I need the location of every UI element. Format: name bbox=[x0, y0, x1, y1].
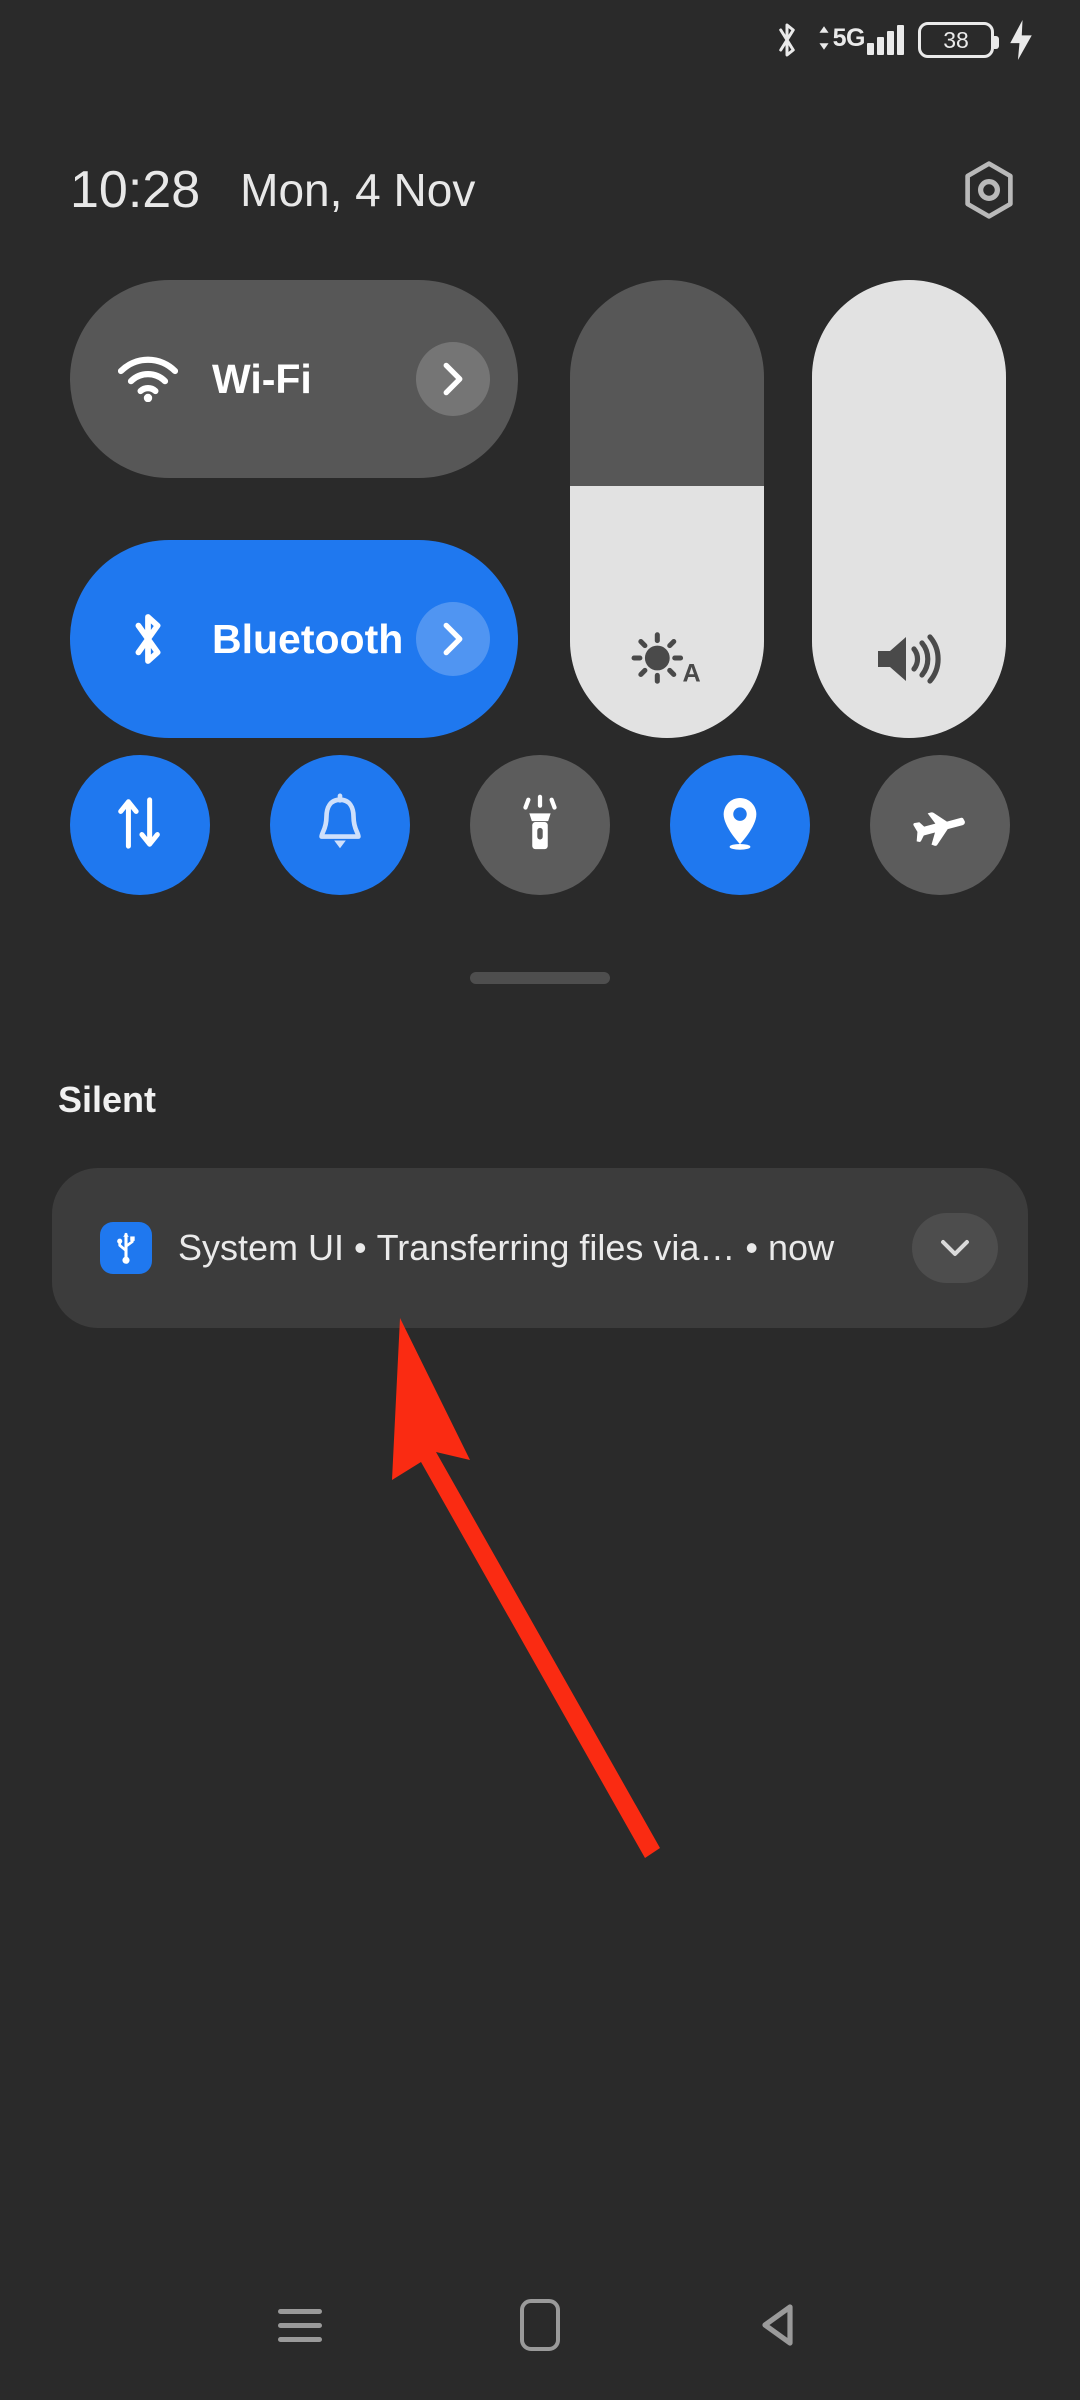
battery-indicator: 38 bbox=[918, 22, 999, 58]
tile-wifi-chevron-right-icon[interactable] bbox=[416, 342, 490, 416]
usb-icon bbox=[100, 1222, 152, 1274]
recents-menu-icon[interactable] bbox=[265, 2290, 335, 2360]
toggle-mobile-data[interactable] bbox=[70, 755, 210, 895]
tile-bluetooth-label: Bluetooth bbox=[212, 615, 404, 662]
tile-wifi[interactable]: Wi-Fi bbox=[70, 280, 518, 478]
big-tiles-column: Wi-Fi Bluetooth bbox=[70, 280, 518, 738]
clock-label: 10:28 bbox=[70, 161, 201, 219]
location-pin-icon bbox=[715, 792, 765, 859]
wifi-icon bbox=[118, 349, 178, 409]
network-type-label: 5G bbox=[832, 23, 866, 52]
notification-body: Transferring files via… bbox=[376, 1227, 736, 1268]
quick-settings-screen: 5G 38 10:28 Mon, 4 Nov Wi-Fi Bluetooth A… bbox=[0, 0, 1080, 2400]
brightness-auto-icon: A bbox=[628, 627, 706, 694]
notification-summary: System UI • Transferring files via… • now bbox=[178, 1227, 912, 1269]
panel-header: 10:28 Mon, 4 Nov bbox=[0, 140, 1080, 240]
drag-handle[interactable] bbox=[470, 972, 610, 984]
volume-slider[interactable] bbox=[812, 280, 1006, 738]
toggle-airplane-mode[interactable] bbox=[870, 755, 1010, 895]
navigation-bar bbox=[0, 2250, 1080, 2400]
charging-bolt-icon bbox=[1008, 20, 1034, 60]
date-label: Mon, 4 Nov bbox=[240, 164, 476, 216]
home-square-icon[interactable] bbox=[505, 2290, 575, 2360]
volume-up-icon bbox=[872, 629, 946, 694]
notification-time-separator: • bbox=[745, 1227, 759, 1268]
notification-separator: • bbox=[354, 1227, 367, 1268]
back-triangle-icon[interactable] bbox=[745, 2290, 815, 2360]
notification-row[interactable]: System UI • Transferring files via… • now bbox=[52, 1168, 1028, 1328]
notification-time: now bbox=[768, 1227, 835, 1268]
settings-gear-icon[interactable] bbox=[958, 159, 1020, 221]
tile-bluetooth-chevron-right-icon[interactable] bbox=[416, 602, 490, 676]
quick-settings-tiles: Wi-Fi Bluetooth A bbox=[70, 280, 1010, 738]
tile-bluetooth[interactable]: Bluetooth bbox=[70, 540, 518, 738]
brightness-slider[interactable]: A bbox=[570, 280, 764, 738]
bluetooth-icon bbox=[772, 20, 802, 60]
battery-level-label: 38 bbox=[943, 26, 969, 53]
toggle-flashlight[interactable] bbox=[470, 755, 610, 895]
brightness-slider-column: A bbox=[570, 280, 764, 738]
status-bar: 5G 38 bbox=[0, 0, 1080, 80]
flashlight-icon bbox=[514, 792, 566, 859]
volume-slider-column bbox=[812, 280, 1006, 738]
toggle-ring-mode[interactable] bbox=[270, 755, 410, 895]
quick-toggle-row bbox=[70, 755, 1010, 895]
toggle-location[interactable] bbox=[670, 755, 810, 895]
svg-text:A: A bbox=[683, 659, 701, 687]
bell-icon bbox=[312, 792, 368, 859]
signal-bars-icon bbox=[867, 25, 904, 55]
notification-expand-chevron-down-icon[interactable] bbox=[912, 1213, 998, 1283]
notification-app-name: System UI bbox=[178, 1227, 345, 1268]
data-transfer-icon bbox=[113, 792, 167, 859]
bluetooth-icon bbox=[118, 609, 178, 669]
airplane-icon bbox=[911, 796, 969, 855]
notification-section-title: Silent bbox=[58, 1079, 157, 1120]
brightness-slider-fill bbox=[570, 486, 764, 738]
data-updown-icon: 5G bbox=[816, 23, 866, 52]
tile-wifi-label: Wi-Fi bbox=[212, 355, 312, 402]
network-status: 5G bbox=[816, 25, 904, 55]
